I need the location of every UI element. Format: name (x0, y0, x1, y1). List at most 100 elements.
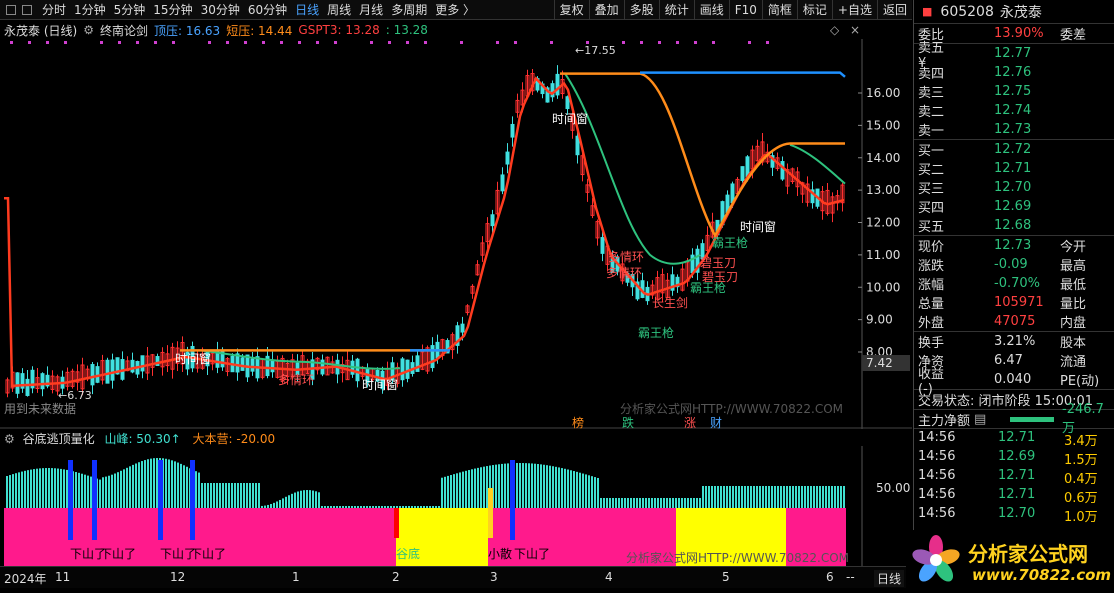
hist-bar (384, 506, 386, 508)
main-kline-chart[interactable]: 16.00 15.00 14.00 13.00 12.00 11.00 10.00 9.00 8… (0, 39, 912, 429)
hist-bar (831, 486, 833, 508)
hist-bar (819, 486, 821, 508)
tool-button-4[interactable]: 画线 (694, 0, 729, 20)
hist-bar (597, 478, 599, 508)
date-tick: 11 (55, 570, 70, 584)
candle-body (556, 74, 559, 94)
hist-bar (147, 459, 149, 508)
layout-icon[interactable] (6, 5, 16, 15)
tool-button-0[interactable]: 复权 (554, 0, 589, 20)
tool-button-8[interactable]: +自选 (832, 0, 877, 20)
list-icon[interactable]: ▤ (974, 412, 986, 427)
hist-bar (456, 473, 458, 508)
hist-bar (633, 498, 635, 508)
hist-bar (735, 486, 737, 508)
hist-bar (324, 506, 326, 508)
quote-header: ■ 605208 永茂泰 (914, 0, 1114, 24)
hist-bar (132, 465, 134, 508)
sub-gear-icon[interactable]: ⚙ (4, 432, 15, 446)
tick-row: 14:56 12.70 1.0万 (914, 505, 1114, 524)
hist-bar (234, 483, 236, 508)
sub-chart[interactable]: 50.00 下山了 下山了 下山了 下山了 谷底 小散 下山了 分析家公式网HTTP://WWW… (0, 446, 912, 566)
signal-dot (244, 41, 247, 44)
tool-button-9[interactable]: 返回 (877, 0, 912, 20)
tool-button-1[interactable]: 叠加 (589, 0, 624, 20)
signal-dot (280, 41, 283, 44)
date-mode-button[interactable]: 日线 (874, 570, 904, 587)
hist-bar (720, 486, 722, 508)
hist-bar (726, 486, 728, 508)
period-tab-0[interactable]: 分时 (38, 0, 70, 20)
gear-icon[interactable]: ⚙ (83, 23, 94, 37)
bottom-tag: 财 (710, 416, 722, 429)
period-tab-10[interactable]: 更多 〉 (431, 0, 479, 20)
hist-bar (153, 458, 155, 508)
hist-bar (579, 473, 581, 508)
hist-bar (447, 476, 449, 508)
tool-button-2[interactable]: 多股 (624, 0, 659, 20)
period-tab-7[interactable]: 周线 (323, 0, 355, 20)
hist-bar (363, 506, 365, 508)
period-tab-3[interactable]: 15分钟 (149, 0, 196, 20)
hist-bar (129, 466, 131, 508)
period-tab-9[interactable]: 多周期 (387, 0, 431, 20)
chart-annotation: 多情环 (608, 250, 644, 264)
hist-bar (108, 476, 110, 508)
hist-bar (30, 470, 32, 508)
tool-button-3[interactable]: 统计 (659, 0, 694, 20)
hist-bar (141, 461, 143, 508)
tool-button-6[interactable]: 简框 (762, 0, 797, 20)
hist-bar (750, 486, 752, 508)
hist-bar (687, 498, 689, 508)
ask-row-label: 卖二 (914, 101, 944, 120)
signal-dot (622, 41, 625, 44)
hist-bar (603, 498, 605, 508)
hist-bar (441, 478, 443, 508)
close-icon[interactable]: × (850, 23, 860, 37)
candle-body (461, 324, 464, 332)
period-tab-5[interactable]: 60分钟 (244, 0, 291, 20)
sub-label: 下山了 (100, 547, 136, 561)
bid-row: 买五 12.68 (914, 216, 1114, 235)
ask-row: 卖一 12.73 (914, 120, 1114, 139)
stat2-row-label: 换手 (914, 332, 944, 351)
hist-bar (741, 486, 743, 508)
period-tab-2[interactable]: 5分钟 (110, 0, 150, 20)
candle-body (406, 360, 409, 378)
tool-button-5[interactable]: F10 (729, 0, 762, 20)
hist-bar (612, 498, 614, 508)
signal-dot (766, 41, 769, 44)
hist-bar (663, 498, 665, 508)
candle-body (576, 136, 579, 154)
hist-bar (621, 498, 623, 508)
tick-v: 0.6万 (1064, 487, 1098, 506)
hist-bar (168, 459, 170, 508)
hist-bar (126, 468, 128, 508)
period-tab-4[interactable]: 30分钟 (197, 0, 244, 20)
flow-bar (1010, 417, 1054, 422)
indicator-name[interactable]: 终南论剑 (100, 22, 148, 39)
sub-title[interactable]: 谷底逃顶量化 (23, 432, 95, 446)
bid-row: 买二 12.71 (914, 159, 1114, 178)
hist-bar (48, 468, 50, 508)
tick-v: 1.0万 (1064, 506, 1098, 525)
period-tab-1[interactable]: 1分钟 (70, 0, 110, 20)
period-tab-6[interactable]: 日线 (291, 0, 323, 20)
hist-bar (399, 506, 401, 508)
candle-body (16, 373, 19, 393)
hist-bar (744, 486, 746, 508)
hist-bar (243, 483, 245, 508)
bid-row-label: 买一 (914, 140, 944, 159)
low-price-label: ←6.73 (58, 389, 92, 402)
stock-title: 永茂泰 (日线) (4, 22, 77, 39)
hist-bar (288, 495, 290, 508)
stat-row-label: 涨幅 (914, 274, 944, 293)
lock-icon[interactable]: ■ (922, 5, 932, 18)
period-tab-8[interactable]: 月线 (355, 0, 387, 20)
hist-bar (318, 492, 320, 508)
date-tick: -- (846, 570, 855, 584)
layout-icon-2[interactable] (22, 5, 32, 15)
diamond-icon[interactable]: ◇ (830, 23, 839, 37)
indicator-info-row: 永茂泰 (日线) ⚙ 终南论剑 顶压: 16.63 短压: 14.44 GSPT… (0, 21, 912, 39)
tool-button-7[interactable]: 标记 (797, 0, 832, 20)
